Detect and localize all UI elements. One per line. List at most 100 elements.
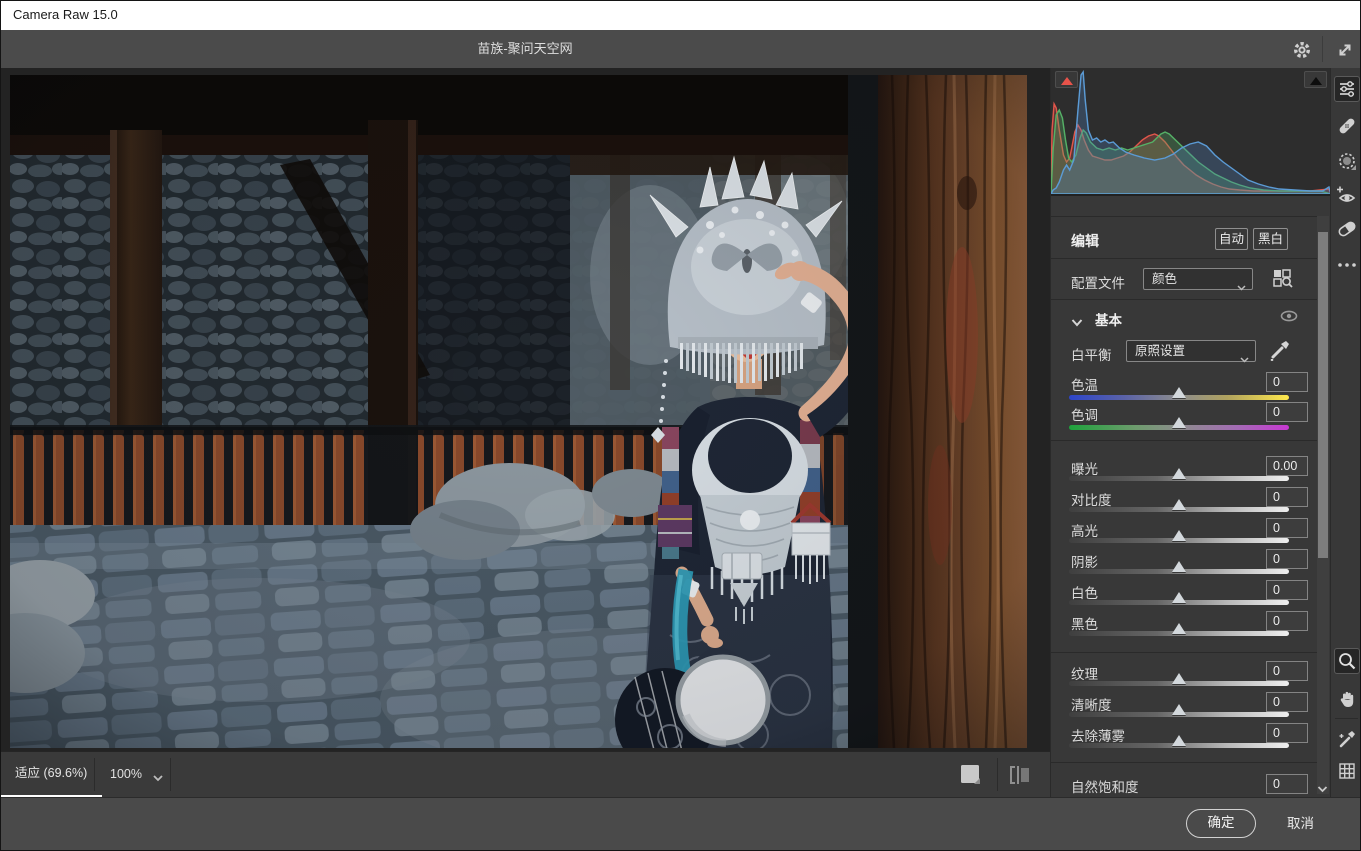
panel-divider	[1051, 258, 1317, 259]
zoom-level-chevron-down-icon[interactable]	[152, 769, 164, 787]
profile-dropdown[interactable]: 颜色	[1143, 268, 1253, 290]
cancel-button[interactable]: 取消	[1281, 809, 1320, 838]
healing-brush-icon[interactable]	[1334, 113, 1360, 139]
blacks-value-box[interactable]: 0	[1266, 611, 1308, 631]
profile-browser-icon[interactable]	[1271, 266, 1295, 290]
dehaze-value-box[interactable]: 0	[1266, 723, 1308, 743]
exposure-slider[interactable]	[1069, 476, 1289, 481]
clarity-slider[interactable]	[1069, 712, 1289, 717]
contrast-value-box[interactable]: 0	[1266, 487, 1308, 507]
slider-thumb[interactable]	[1172, 387, 1186, 398]
highlights-value-box[interactable]: 0	[1266, 518, 1308, 538]
basic-section-label[interactable]: 基本	[1095, 309, 1122, 329]
exposure-label: 曝光	[1071, 458, 1098, 478]
slider-thumb[interactable]	[1172, 530, 1186, 541]
temperature-slider[interactable]	[1069, 395, 1289, 400]
zoom-toolbar: 适应 (69.6%) 100%	[0, 751, 1050, 797]
panel-divider	[1051, 216, 1317, 217]
dehaze-label: 去除薄雾	[1071, 725, 1125, 745]
photo-preview[interactable]	[10, 75, 1027, 748]
before-after-view-icon[interactable]	[1007, 762, 1033, 788]
gear-icon[interactable]	[1291, 39, 1313, 61]
slider-thumb[interactable]	[1172, 561, 1186, 572]
shadows-slider[interactable]	[1069, 569, 1289, 574]
preview-settings-icon[interactable]	[958, 762, 984, 788]
tint-value-box[interactable]: 0	[1266, 402, 1308, 422]
temperature-value-box[interactable]: 0	[1266, 372, 1308, 392]
highlight-clip-triangle-icon	[1310, 77, 1322, 85]
texture-value-box[interactable]: 0	[1266, 661, 1308, 681]
blacks-slider[interactable]	[1069, 631, 1289, 636]
slider-thumb[interactable]	[1172, 704, 1186, 715]
vibrance-value-box[interactable]: 0	[1266, 774, 1308, 794]
exposure-value-box[interactable]: 0.00	[1266, 456, 1308, 476]
presets-tool-icon[interactable]	[1334, 216, 1360, 242]
panel-scrollbar[interactable]	[1317, 216, 1329, 794]
slider-row-clarity: 清晰度 0	[1071, 692, 1311, 712]
title-bar: Camera Raw 15.0	[0, 0, 1361, 30]
tools-toolbar	[1330, 68, 1361, 797]
contrast-label: 对比度	[1071, 489, 1112, 509]
white-balance-value: 原照设置	[1135, 344, 1185, 358]
header-divider	[1322, 36, 1323, 62]
hand-tool-icon[interactable]	[1334, 686, 1360, 712]
slider-row-exposure: 曝光 0.00	[1071, 456, 1311, 476]
scrollbar-thumb[interactable]	[1318, 232, 1328, 558]
image-canvas: 适应 (69.6%) 100%	[0, 68, 1050, 797]
slider-thumb[interactable]	[1172, 592, 1186, 603]
slider-thumb[interactable]	[1172, 673, 1186, 684]
slider-row-vibrance: 自然饱和度 0	[1071, 774, 1311, 794]
texture-label: 纹理	[1071, 663, 1098, 683]
eye-preview-icon[interactable]	[1279, 308, 1299, 324]
slider-thumb[interactable]	[1172, 468, 1186, 479]
highlight-clipping-indicator[interactable]	[1304, 71, 1327, 88]
black-white-button[interactable]: 黑白	[1253, 228, 1288, 250]
histogram-curves	[1051, 70, 1330, 194]
slider-thumb[interactable]	[1172, 499, 1186, 510]
whites-value-box[interactable]: 0	[1266, 580, 1308, 600]
edit-tool-icon[interactable]	[1334, 76, 1360, 102]
zoombar-divider	[94, 758, 95, 791]
fit-zoom-tab[interactable]: 适应 (69.6%)	[0, 752, 102, 797]
white-balance-dropdown[interactable]: 原照设置	[1126, 340, 1256, 362]
histogram[interactable]	[1051, 68, 1330, 196]
slider-thumb[interactable]	[1172, 735, 1186, 746]
slider-thumb[interactable]	[1172, 417, 1186, 428]
highlights-slider[interactable]	[1069, 538, 1289, 543]
whites-label: 白色	[1071, 582, 1098, 602]
slider-row-shadows: 阴影 0	[1071, 549, 1311, 569]
photo-illustration	[10, 75, 1027, 748]
slider-row-whites: 白色 0	[1071, 580, 1311, 600]
whites-slider[interactable]	[1069, 600, 1289, 605]
more-tools-icon[interactable]	[1334, 252, 1360, 278]
zoom-level-value[interactable]: 100%	[103, 752, 149, 797]
auto-button[interactable]: 自动	[1215, 228, 1248, 250]
contrast-slider[interactable]	[1069, 507, 1289, 512]
ok-button[interactable]: 确定	[1186, 809, 1256, 838]
slider-row-highlights: 高光 0	[1071, 518, 1311, 538]
toggle-fullscreen-icon[interactable]	[1334, 39, 1356, 61]
color-sampler-tool-icon[interactable]	[1334, 726, 1360, 752]
edit-section-label: 编辑	[1071, 231, 1099, 251]
clarity-value-box[interactable]: 0	[1266, 692, 1308, 712]
tint-slider[interactable]	[1069, 425, 1289, 430]
red-eye-tool-icon[interactable]	[1334, 182, 1360, 208]
basic-section-chevron-down-icon[interactable]	[1071, 314, 1083, 323]
dehaze-slider[interactable]	[1069, 743, 1289, 748]
zoombar-divider-3	[997, 758, 998, 791]
scroll-down-icon[interactable]	[1315, 780, 1329, 792]
zoom-tool-icon[interactable]	[1334, 648, 1360, 674]
slider-row-texture: 纹理 0	[1071, 661, 1311, 681]
shadows-value-box[interactable]: 0	[1266, 549, 1308, 569]
slider-row-tint: 色调 0	[1071, 402, 1311, 422]
shadow-clipping-indicator[interactable]	[1055, 71, 1078, 88]
temperature-label: 色温	[1071, 374, 1098, 394]
white-balance-eyedropper-icon[interactable]	[1267, 337, 1291, 363]
grid-overlay-icon[interactable]	[1334, 758, 1360, 784]
texture-slider[interactable]	[1069, 681, 1289, 686]
panel-divider	[1051, 652, 1317, 653]
slider-thumb[interactable]	[1172, 623, 1186, 634]
highlights-label: 高光	[1071, 520, 1098, 540]
masking-tool-icon[interactable]	[1334, 148, 1360, 174]
vibrance-label: 自然饱和度	[1071, 776, 1139, 796]
